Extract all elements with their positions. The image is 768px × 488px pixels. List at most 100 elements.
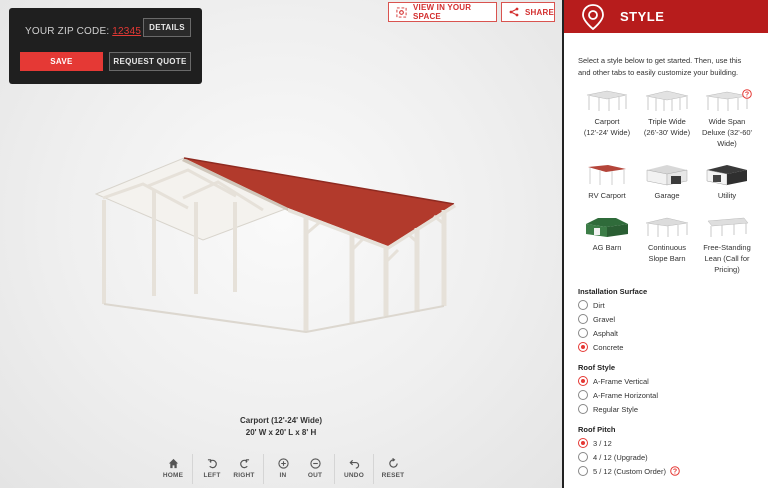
view-toolbar: HOME LEFT RIGHT IN OUT UNDO RESET — [157, 452, 409, 486]
style-tile-continuous-slope-barn[interactable]: Continuous Slope Barn — [638, 215, 696, 285]
zip-panel: YOUR ZIP CODE: 12345 DETAILS SAVE REQUES… — [9, 8, 202, 84]
style-name: Utility — [717, 191, 737, 200]
roof-style-option-regular[interactable]: Regular Style — [578, 402, 754, 416]
style-name: Continuous Slope Barn — [648, 243, 686, 263]
3d-viewport[interactable]: YOUR ZIP CODE: 12345 DETAILS SAVE REQUES… — [0, 0, 562, 488]
style-tile-utility[interactable]: Utility — [698, 163, 756, 213]
style-tile-wide-span[interactable]: Wide Span Deluxe (32'-60' Wide) ? — [698, 89, 756, 159]
triple-wide-thumbnail — [645, 90, 689, 111]
toolbar-divider — [334, 454, 335, 484]
request-quote-button[interactable]: REQUEST QUOTE — [109, 52, 191, 71]
roof-style-option-a-frame-horizontal[interactable]: A-Frame Horizontal — [578, 388, 754, 402]
radio-button[interactable] — [578, 390, 588, 400]
right-label: RIGHT — [233, 472, 255, 479]
radio-button[interactable] — [578, 466, 588, 476]
home-button[interactable]: HOME — [157, 452, 189, 486]
help-icon[interactable]: ? — [670, 466, 680, 476]
roof-pitch-title: Roof Pitch — [578, 425, 616, 434]
toolbar-divider — [373, 454, 374, 484]
roof-style-option-a-frame-vertical[interactable]: A-Frame Vertical — [578, 374, 754, 388]
svg-text:?: ? — [673, 468, 677, 475]
radio-button[interactable] — [578, 328, 588, 338]
home-icon — [168, 458, 178, 469]
left-label: LEFT — [203, 472, 221, 479]
radio-button[interactable] — [578, 314, 588, 324]
roof-pitch-option-4-12[interactable]: 4 / 12 (Upgrade) — [578, 450, 754, 464]
style-name: Free-Standing Lean (Call for Pricing) — [703, 243, 751, 274]
style-grid: RV Carport Garage Utility — [578, 163, 754, 213]
radio-label: Concrete — [593, 342, 624, 352]
installation-surface-options: Dirt Gravel Asphalt Concrete — [578, 298, 754, 354]
reset-icon — [388, 458, 398, 468]
building-dimensions: 20' W x 20' L x 8' H — [245, 428, 317, 437]
details-button[interactable]: DETAILS — [143, 18, 191, 37]
share-icon — [509, 7, 519, 17]
radio-label: Dirt — [593, 300, 605, 310]
carport-3d-model[interactable] — [88, 150, 468, 340]
surface-option-concrete[interactable]: Concrete — [578, 340, 754, 354]
toolbar-divider — [192, 454, 193, 484]
style-tile-carport[interactable]: Carport (12'-24' Wide) — [578, 89, 636, 159]
style-sidebar: STYLE Select a style below to get starte… — [562, 0, 768, 488]
radio-button[interactable] — [578, 404, 588, 414]
radio-label: Gravel — [593, 314, 616, 324]
undo-icon — [349, 459, 360, 469]
ar-view-icon — [396, 6, 407, 18]
roof-pitch-option-3-12[interactable]: 3 / 12 — [578, 436, 754, 450]
radio-button-selected[interactable] — [578, 342, 588, 352]
svg-text:?: ? — [745, 91, 749, 98]
style-tile-rv-carport[interactable]: RV Carport — [578, 163, 636, 213]
style-name: Garage — [654, 191, 680, 200]
style-tile-garage[interactable]: Garage — [638, 163, 696, 213]
radio-button-selected[interactable] — [578, 376, 588, 386]
installation-surface-title: Installation Surface — [578, 287, 648, 296]
radio-label: Asphalt — [593, 328, 619, 338]
reset-button[interactable]: RESET — [377, 452, 409, 486]
radio-label: 3 / 12 — [593, 438, 612, 448]
radio-button[interactable] — [578, 300, 588, 310]
location-pin-icon — [578, 0, 608, 33]
save-button[interactable]: SAVE — [20, 52, 103, 71]
zoom-out-button[interactable]: OUT — [299, 452, 331, 486]
carport-thumbnail — [586, 90, 628, 111]
radio-label: A-Frame Horizontal — [593, 390, 659, 400]
rotate-right-button[interactable]: RIGHT — [228, 452, 260, 486]
undo-button[interactable]: UNDO — [338, 452, 370, 486]
sidebar-title: STYLE — [620, 9, 665, 24]
view-in-space-label: VIEW IN YOUR SPACE — [413, 3, 472, 21]
zip-code-link[interactable]: 12345 — [112, 26, 141, 37]
share-label: SHARE — [525, 7, 555, 17]
surface-option-dirt[interactable]: Dirt — [578, 298, 754, 312]
roof-pitch-options: 3 / 12 4 / 12 (Upgrade) 5 / 12 (Custom O… — [578, 436, 754, 478]
continuous-slope-barn-thumbnail — [645, 217, 689, 237]
rotate-right-icon — [239, 459, 249, 469]
view-in-space-button[interactable]: VIEW IN YOUR SPACE — [388, 2, 497, 22]
style-tile-free-standing-lean[interactable]: Free-Standing Lean (Call for Pricing) — [698, 215, 756, 285]
style-name: Carport (12'-24' Wide) — [583, 117, 631, 137]
out-label: OUT — [307, 472, 323, 479]
style-tile-triple-wide[interactable]: Triple Wide (26'-30' Wide) — [638, 89, 696, 159]
surface-option-asphalt[interactable]: Asphalt — [578, 326, 754, 340]
undo-label: UNDO — [344, 472, 364, 479]
style-tile-ag-barn[interactable]: AG Barn — [578, 215, 636, 285]
radio-label: A-Frame Vertical — [593, 376, 649, 386]
radio-button-selected[interactable] — [578, 438, 588, 448]
sidebar-header: STYLE — [564, 0, 768, 33]
share-button[interactable]: SHARE — [501, 2, 555, 22]
zoom-in-icon — [277, 458, 289, 469]
free-standing-lean-thumbnail — [707, 217, 749, 237]
radio-button[interactable] — [578, 452, 588, 462]
intro-text: Select a style below to get started. The… — [578, 56, 742, 77]
in-label: IN — [279, 472, 287, 479]
roof-style-title: Roof Style — [578, 363, 616, 372]
help-icon[interactable]: ? — [742, 89, 752, 99]
surface-option-gravel[interactable]: Gravel — [578, 312, 754, 326]
reset-label: RESET — [381, 472, 405, 479]
zip-label: YOUR ZIP CODE: 12345 — [25, 26, 142, 37]
roof-pitch-option-5-12[interactable]: 5 / 12 (Custom Order) ? — [578, 464, 754, 478]
style-name: AG Barn — [592, 243, 622, 252]
rotate-left-button[interactable]: LEFT — [196, 452, 228, 486]
utility-thumbnail — [706, 165, 747, 186]
zoom-in-button[interactable]: IN — [267, 452, 299, 486]
radio-label: 5 / 12 (Custom Order) — [593, 466, 666, 476]
